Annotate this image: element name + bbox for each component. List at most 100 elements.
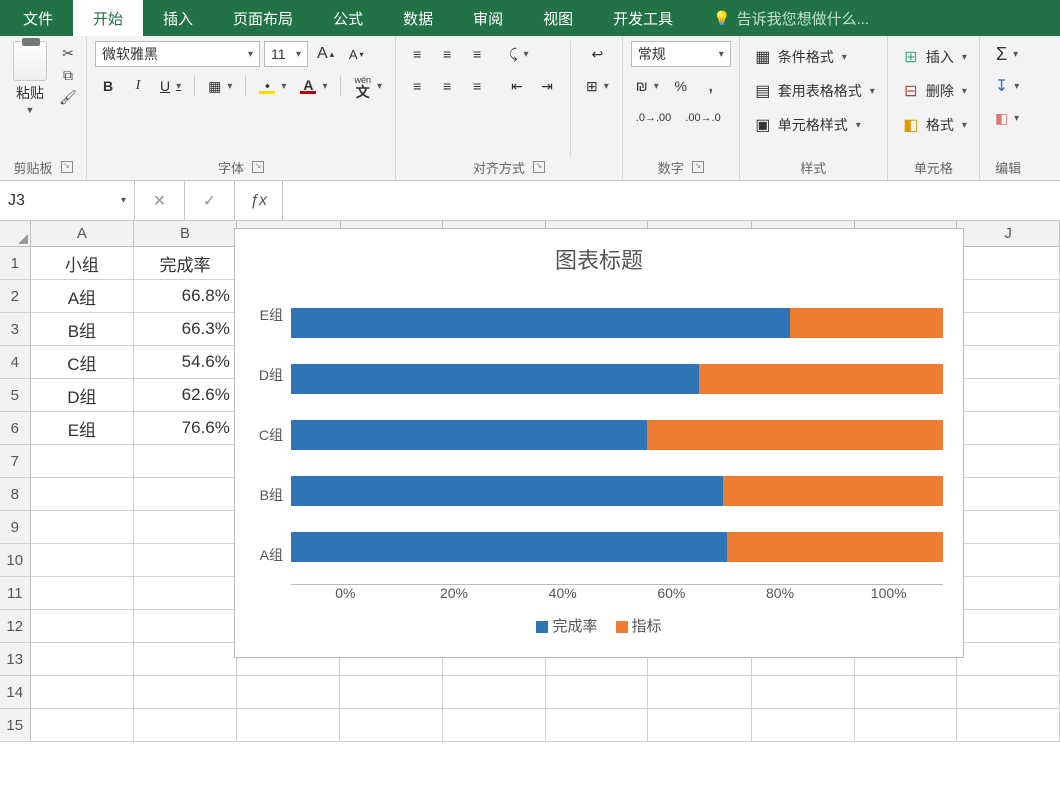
increase-font-icon[interactable]: A▴ <box>312 41 339 67</box>
row-header-5[interactable]: 5 <box>0 379 31 411</box>
cell-B7[interactable] <box>134 445 237 477</box>
cell-D15[interactable] <box>340 709 443 741</box>
underline-button[interactable]: U▾ <box>155 73 186 99</box>
cell-A2[interactable]: A组 <box>31 280 135 312</box>
cell-J9[interactable] <box>957 511 1060 543</box>
copy-icon[interactable]: ⧉ <box>58 67 78 83</box>
cell-J1[interactable] <box>957 247 1060 279</box>
cell-J8[interactable] <box>957 478 1060 510</box>
row-header-15[interactable]: 15 <box>0 709 31 741</box>
cell-I15[interactable] <box>855 709 958 741</box>
cell-C15[interactable] <box>237 709 341 741</box>
row-header-12[interactable]: 12 <box>0 610 31 642</box>
cell-B2[interactable]: 66.8% <box>134 280 237 312</box>
cell-J7[interactable] <box>957 445 1060 477</box>
cell-B10[interactable] <box>134 544 237 576</box>
row-header-11[interactable]: 11 <box>0 577 31 609</box>
font-color-button[interactable]: A▾ <box>295 73 332 99</box>
cell-A11[interactable] <box>31 577 135 609</box>
font-size-input[interactable]: 11▾ <box>264 41 308 67</box>
tab-页面布局[interactable]: 页面布局 <box>213 0 313 36</box>
align-right-icon[interactable]: ≡ <box>464 73 490 99</box>
tab-开发工具[interactable]: 开发工具 <box>593 0 693 36</box>
merge-button[interactable]: ⊞▾ <box>581 73 614 99</box>
row-header-3[interactable]: 3 <box>0 313 31 345</box>
indent-increase-icon[interactable]: ⇥ <box>534 73 560 99</box>
cell-A7[interactable] <box>31 445 135 477</box>
cell-A4[interactable]: C组 <box>31 346 135 378</box>
cell-C14[interactable] <box>237 676 341 708</box>
align-middle-icon[interactable]: ≡ <box>434 41 460 67</box>
row-header-14[interactable]: 14 <box>0 676 31 708</box>
cell-J4[interactable] <box>957 346 1060 378</box>
tab-审阅[interactable]: 审阅 <box>453 0 523 36</box>
border-button[interactable]: ▦▾ <box>203 73 237 99</box>
clipboard-dialog-icon[interactable]: ↘ <box>61 161 73 173</box>
comma-button[interactable]: , <box>698 73 724 99</box>
cell-J3[interactable] <box>957 313 1060 345</box>
phonetic-button[interactable]: wén文▾ <box>349 73 387 99</box>
col-header-A[interactable]: A <box>31 221 135 246</box>
cell-B13[interactable] <box>134 643 237 675</box>
row-header-1[interactable]: 1 <box>0 247 31 279</box>
cell-A6[interactable]: E组 <box>31 412 135 444</box>
cell-E15[interactable] <box>443 709 546 741</box>
cell-B15[interactable] <box>134 709 237 741</box>
delete-cells-button[interactable]: ⊟删除▾ <box>896 75 971 107</box>
tab-插入[interactable]: 插入 <box>143 0 213 36</box>
cell-J13[interactable] <box>957 643 1060 675</box>
cell-B6[interactable]: 76.6% <box>134 412 237 444</box>
row-header-7[interactable]: 7 <box>0 445 31 477</box>
cell-I14[interactable] <box>855 676 958 708</box>
format-as-table-button[interactable]: ▤套用表格格式▾ <box>748 75 879 107</box>
cell-A5[interactable]: D组 <box>31 379 135 411</box>
name-box[interactable]: J3▾ <box>0 181 135 220</box>
cancel-formula-icon[interactable]: ✕ <box>142 191 178 211</box>
accounting-button[interactable]: ₪▾ <box>631 73 664 99</box>
select-all-corner[interactable] <box>0 221 31 246</box>
align-left-icon[interactable]: ≡ <box>404 73 430 99</box>
tab-视图[interactable]: 视图 <box>523 0 593 36</box>
cell-B11[interactable] <box>134 577 237 609</box>
cell-J15[interactable] <box>957 709 1060 741</box>
orientation-button[interactable]: ⤹▾ <box>504 41 533 67</box>
cell-G15[interactable] <box>648 709 752 741</box>
cell-A1[interactable]: 小组 <box>31 247 135 279</box>
row-header-2[interactable]: 2 <box>0 280 31 312</box>
align-center-icon[interactable]: ≡ <box>434 73 460 99</box>
cell-B9[interactable] <box>134 511 237 543</box>
paste-label[interactable]: 粘贴 <box>16 83 44 103</box>
tell-me-input[interactable]: 💡告诉我您想做什么... <box>693 8 869 29</box>
cell-G14[interactable] <box>648 676 752 708</box>
cell-B1[interactable]: 完成率 <box>134 247 237 279</box>
cell-H14[interactable] <box>752 676 855 708</box>
cell-B8[interactable] <box>134 478 237 510</box>
cell-A15[interactable] <box>31 709 135 741</box>
align-top-icon[interactable]: ≡ <box>404 41 430 67</box>
indent-decrease-icon[interactable]: ⇤ <box>504 73 530 99</box>
bold-button[interactable]: B <box>95 73 121 99</box>
row-header-8[interactable]: 8 <box>0 478 31 510</box>
tab-数据[interactable]: 数据 <box>383 0 453 36</box>
format-painter-icon[interactable]: 🖌 <box>58 89 78 105</box>
percent-button[interactable]: % <box>668 73 694 99</box>
cell-F14[interactable] <box>546 676 649 708</box>
tab-开始[interactable]: 开始 <box>73 0 143 36</box>
decrease-decimal-icon[interactable]: .00→.0 <box>680 105 725 131</box>
cell-J11[interactable] <box>957 577 1060 609</box>
cell-B3[interactable]: 66.3% <box>134 313 237 345</box>
cell-A8[interactable] <box>31 478 135 510</box>
italic-button[interactable]: I <box>125 73 151 99</box>
enter-formula-icon[interactable]: ✓ <box>192 191 228 211</box>
cell-F15[interactable] <box>546 709 649 741</box>
cut-icon[interactable]: ✂ <box>58 45 78 61</box>
decrease-font-icon[interactable]: A▾ <box>343 41 369 67</box>
cell-A3[interactable]: B组 <box>31 313 135 345</box>
number-format-select[interactable]: 常规▾ <box>631 41 731 67</box>
cell-B14[interactable] <box>134 676 237 708</box>
row-header-6[interactable]: 6 <box>0 412 31 444</box>
fill-button[interactable]: ↧▾ <box>990 73 1024 99</box>
cell-A14[interactable] <box>31 676 135 708</box>
row-header-4[interactable]: 4 <box>0 346 31 378</box>
conditional-format-button[interactable]: ▦条件格式▾ <box>748 41 879 73</box>
